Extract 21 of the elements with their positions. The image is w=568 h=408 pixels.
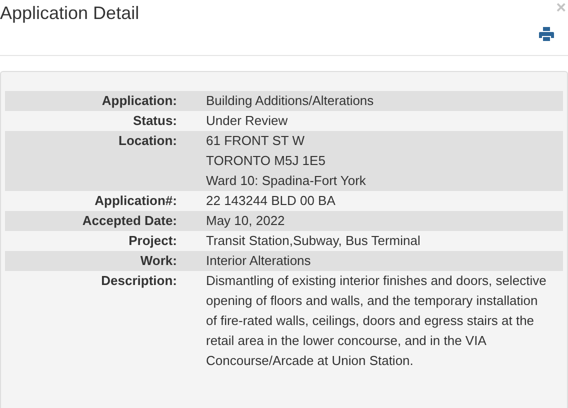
field-label: Work: (139, 252, 177, 270)
field-label: Description: (100, 272, 177, 290)
field-value: Interior Alterations (206, 252, 312, 270)
printer-icon[interactable] (539, 27, 554, 41)
field-label: Accepted Date: (81, 212, 177, 230)
dialog-title: Application Detail (0, 3, 140, 23)
field-value: Under Review (206, 112, 289, 130)
field-value: Ward 10: Spadina-Fort York (206, 172, 367, 190)
field-value: 61 FRONT ST W (206, 132, 306, 150)
field-value: TORONTO M5J 1E5 (206, 152, 326, 170)
field-label: Status: (132, 112, 177, 130)
field-value: Building Additions/Alterations (206, 92, 375, 110)
field-label: Location: (118, 132, 177, 150)
field-label: Application: (100, 92, 177, 110)
field-value: 22 143244 BLD 00 BA (206, 192, 336, 210)
field-label: Application#: (94, 192, 177, 210)
field-label: Project: (128, 232, 177, 250)
close-button[interactable]: × (554, 0, 568, 16)
field-value: Dismantling of existing interior finishes and doors, selective opening of floors and walls, and the temporary installation of fire-rated walls, ceilings, doors and egress stairs at the retail area in the lower concourse, and in the VIA Concourse/Arcade at Union Station. (206, 272, 548, 370)
field-value: May 10, 2022 (206, 212, 286, 230)
field-value: Transit Station,Subway, Bus Terminal (206, 232, 422, 250)
